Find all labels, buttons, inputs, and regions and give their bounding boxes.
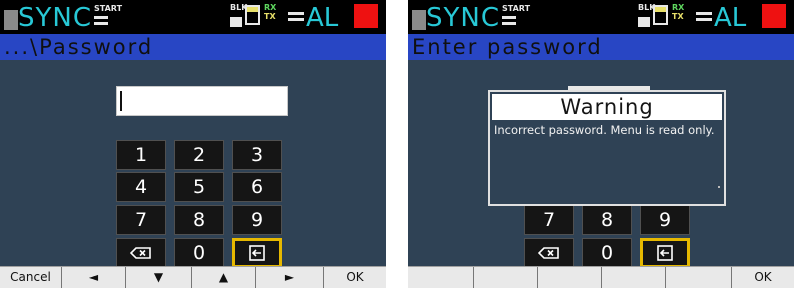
title-bar: ...\Password [0, 34, 386, 60]
start-label: START [502, 4, 531, 13]
start-bar-icon [502, 22, 516, 25]
backspace-key[interactable] [116, 238, 166, 268]
rx-label: RX [672, 3, 685, 12]
key-8[interactable]: 8 [582, 205, 632, 235]
key-3[interactable]: 3 [232, 140, 282, 170]
enter-icon [657, 245, 673, 261]
softkey-bar: OK [408, 266, 794, 288]
down-arrow-softkey[interactable]: ▼ [126, 267, 192, 288]
softkey-2[interactable] [474, 267, 538, 288]
backspace-icon [130, 247, 151, 259]
scroll-indicator [718, 186, 720, 188]
key-8[interactable]: 8 [174, 205, 224, 235]
start-bar-icon [502, 16, 516, 19]
key-9[interactable]: 9 [232, 205, 282, 235]
key-0[interactable]: 0 [174, 238, 224, 268]
ok-softkey[interactable]: OK [324, 267, 386, 288]
enter-icon [249, 245, 265, 261]
backspace-key[interactable] [524, 238, 574, 268]
blk-icon [638, 17, 650, 27]
sync-label: SYNC [18, 3, 92, 33]
page-title: ...\Password [4, 35, 154, 59]
password-warning-screen: SYNC START BLK RX TX AL Enter password 7… [408, 0, 794, 288]
rx-tx-indicator: RX TX [672, 3, 684, 21]
start-bar-icon [94, 16, 108, 19]
key-7[interactable]: 7 [524, 205, 574, 235]
right-arrow-softkey[interactable]: ► [256, 267, 324, 288]
status-square [4, 10, 18, 30]
ok-softkey[interactable]: OK [732, 267, 794, 288]
key-7[interactable]: 7 [116, 205, 166, 235]
enter-key[interactable] [232, 238, 282, 268]
start-bar-icon [94, 22, 108, 25]
enter-key[interactable] [640, 238, 690, 268]
up-arrow-softkey[interactable]: ▲ [192, 267, 256, 288]
key-5[interactable]: 5 [174, 172, 224, 202]
start-label: START [94, 4, 123, 13]
dialog-message: Incorrect password. Menu is read only. [494, 123, 715, 137]
key-2[interactable]: 2 [174, 140, 224, 170]
warning-dialog: Warning Incorrect password. Menu is read… [488, 90, 726, 206]
password-screen: SYNC START BLK RX TX AL ...\Password 1 2… [0, 0, 386, 288]
softkey-3[interactable] [538, 267, 602, 288]
key-4[interactable]: 4 [116, 172, 166, 202]
cancel-softkey[interactable]: Cancel [0, 267, 62, 288]
key-6[interactable]: 6 [232, 172, 282, 202]
blk-icon [230, 17, 242, 27]
alarm-indicator-icon [354, 4, 378, 28]
alarm-bars-icon [696, 12, 712, 24]
status-square [412, 10, 426, 30]
status-bar: SYNC START BLK RX TX AL [0, 0, 386, 34]
title-bar: Enter password [408, 34, 794, 60]
rx-tx-indicator: RX TX [264, 3, 276, 21]
key-1[interactable]: 1 [116, 140, 166, 170]
softkey-5[interactable] [666, 267, 732, 288]
alarm-label: AL [714, 3, 747, 33]
backspace-icon [538, 247, 559, 259]
screen-icon [245, 5, 260, 25]
text-cursor [120, 91, 122, 111]
alarm-indicator-icon [762, 4, 786, 28]
sync-label: SYNC [426, 3, 500, 33]
alarm-label: AL [306, 3, 339, 33]
tx-label: TX [672, 12, 684, 21]
softkey-bar: Cancel ◄ ▼ ▲ ► OK [0, 266, 386, 288]
password-input[interactable] [116, 86, 288, 116]
rx-label: RX [264, 3, 277, 12]
page-title: Enter password [412, 35, 603, 59]
softkey-1[interactable] [408, 267, 474, 288]
tx-label: TX [264, 12, 276, 21]
left-arrow-softkey[interactable]: ◄ [62, 267, 126, 288]
softkey-4[interactable] [602, 267, 666, 288]
key-0[interactable]: 0 [582, 238, 632, 268]
dialog-title: Warning [492, 94, 722, 120]
alarm-bars-icon [288, 12, 304, 24]
key-9[interactable]: 9 [640, 205, 690, 235]
screen-icon [653, 5, 668, 25]
status-bar: SYNC START BLK RX TX AL [408, 0, 794, 34]
